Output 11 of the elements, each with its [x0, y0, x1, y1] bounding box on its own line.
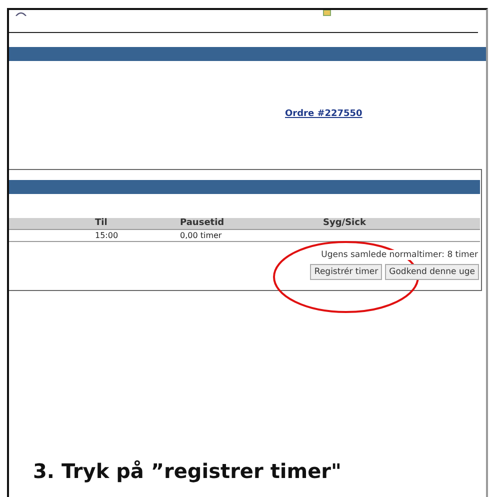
column-header: Til: [93, 218, 178, 230]
column-header: Pausetid: [178, 218, 323, 230]
action-button[interactable]: Registrér timer: [310, 264, 382, 280]
column-header: Syg/Sick: [323, 218, 480, 230]
table-cell: 0,00 timer: [178, 230, 323, 242]
order-link[interactable]: Ordre #227550: [285, 109, 362, 123]
action-button[interactable]: Godkend denne uge: [385, 264, 479, 280]
weekly-hours-summary: Ugens samlede normaltimer: 8 timer: [321, 250, 478, 260]
table-cell: 15:00: [93, 230, 178, 242]
checkbox-icon[interactable]: [323, 10, 331, 16]
instruction-caption: 3. Tryk på ”registrer timer": [33, 459, 342, 483]
